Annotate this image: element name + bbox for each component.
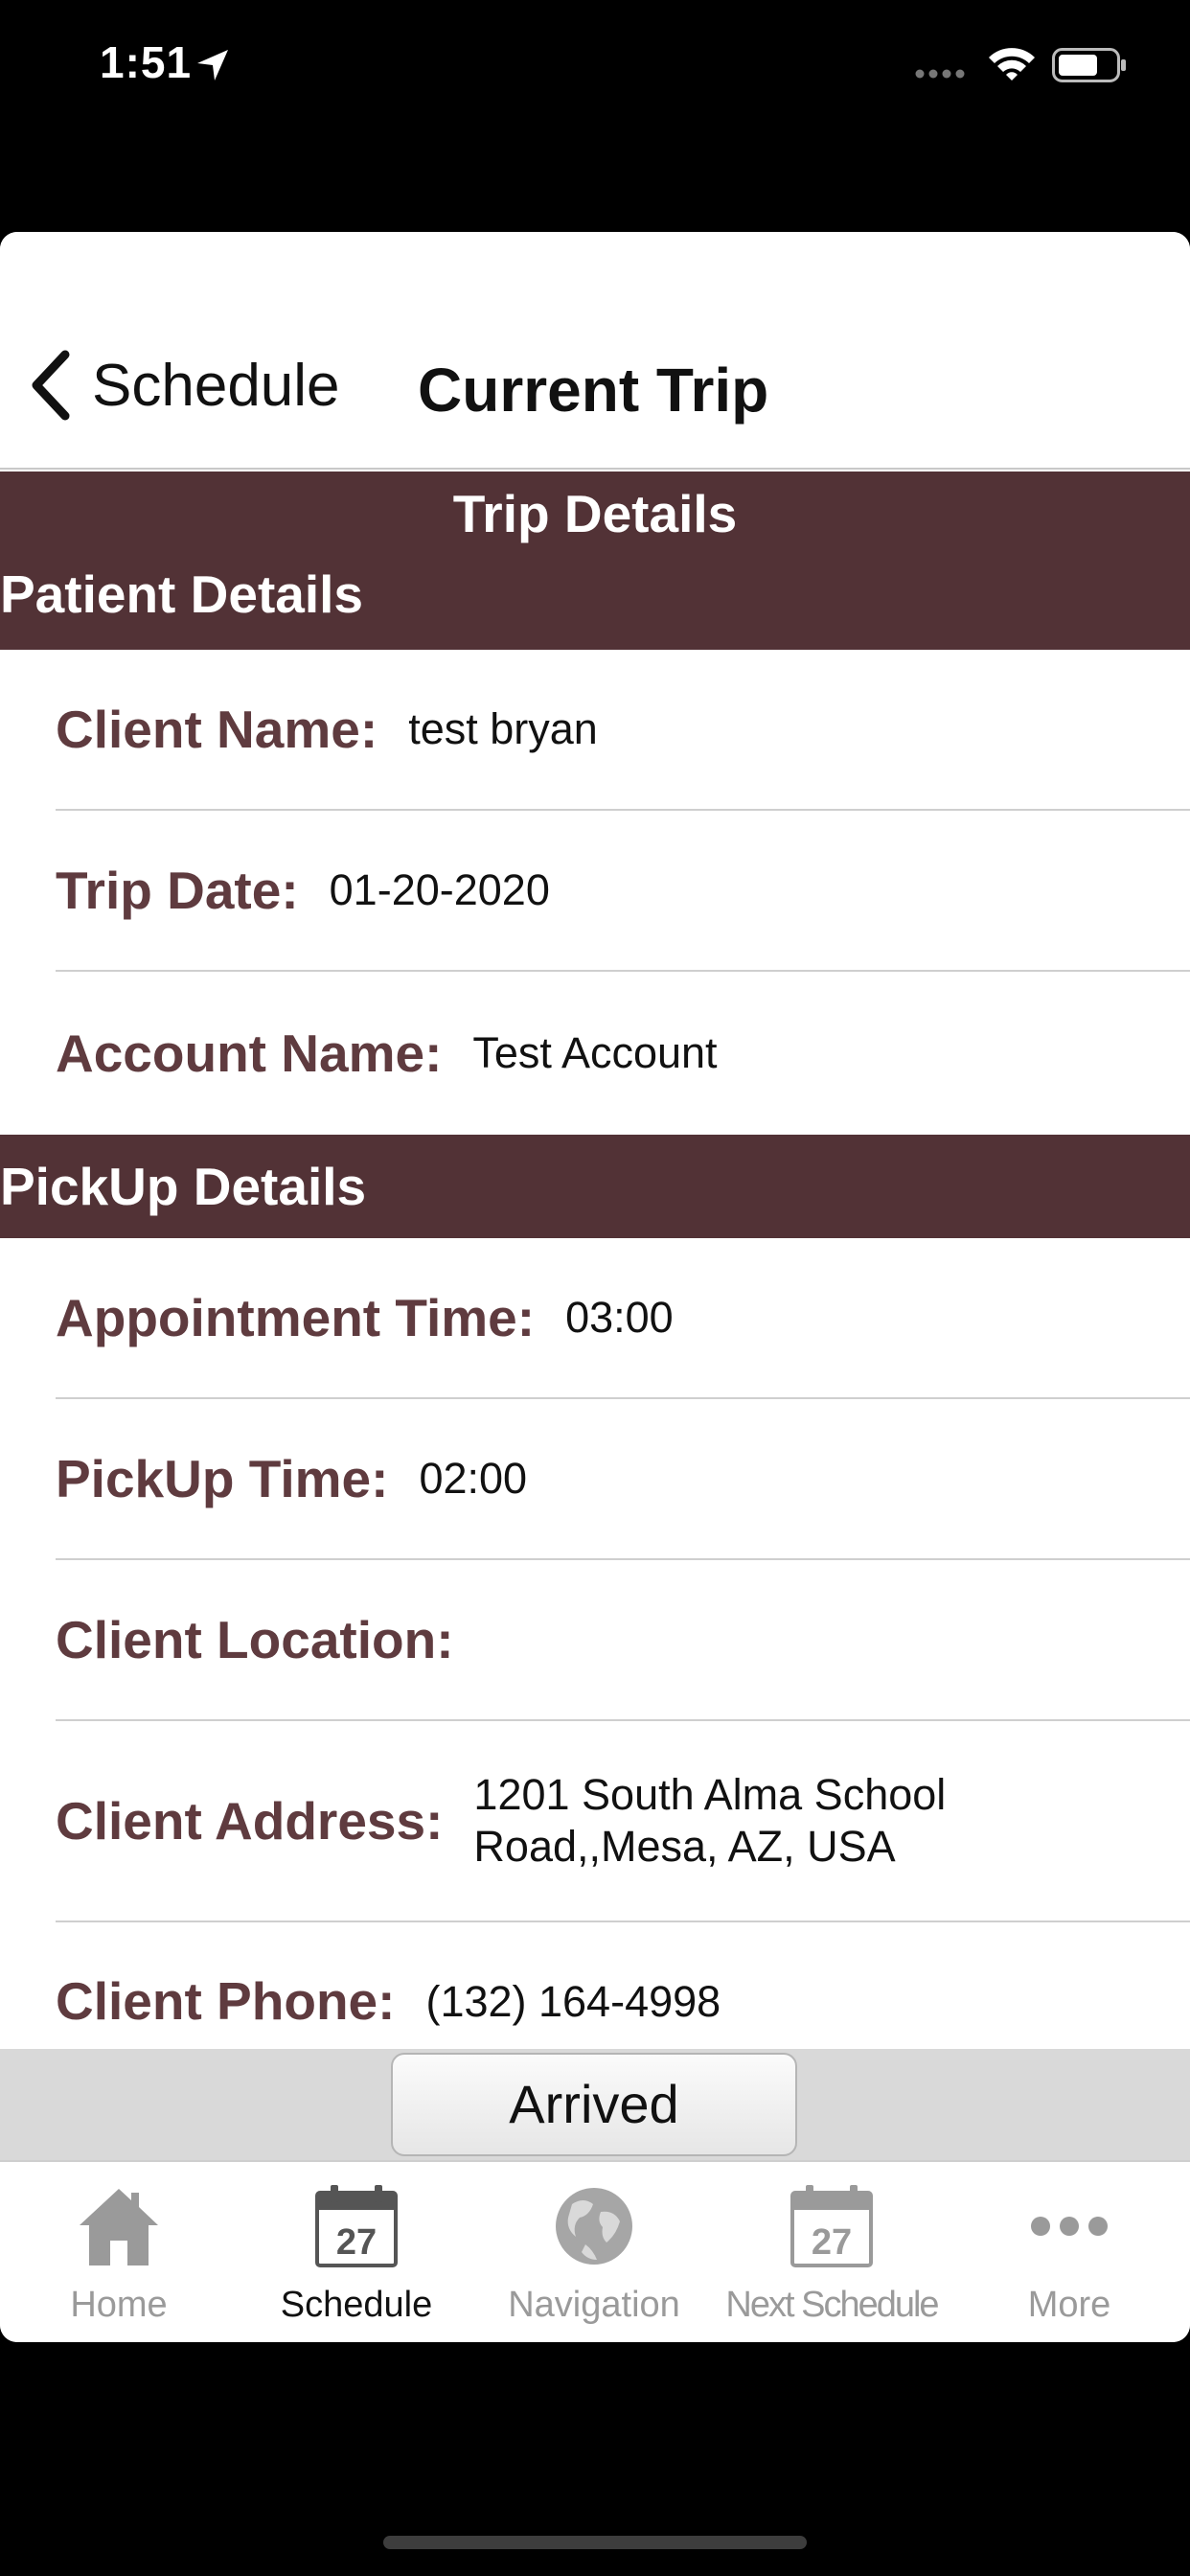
pickup-details-title: PickUp Details: [0, 1157, 367, 1216]
house-icon: [80, 2189, 158, 2266]
client-address-line2: Road,,Mesa, AZ, USA: [473, 1822, 896, 1871]
tab-home-label: Home: [70, 2285, 168, 2325]
tab-bar: Home 27 Schedule Navigation 27 Next Sche…: [0, 2160, 1190, 2342]
page-title: Current Trip: [418, 356, 769, 425]
calendar-icon: 27: [790, 2185, 873, 2267]
pickup-time-row: PickUp Time: 02:00: [56, 1399, 1190, 1560]
app-screen: Schedule Current Trip Trip Details Patie…: [0, 232, 1190, 2342]
arrived-button[interactable]: Arrived: [391, 2053, 797, 2156]
tab-next-schedule-label: Next Schedule: [725, 2285, 939, 2325]
client-location-label: Client Location:: [56, 1610, 454, 1669]
trip-details-header: Trip Details Patient Details: [0, 472, 1190, 650]
tab-more[interactable]: More: [950, 2162, 1188, 2342]
client-address-line1: 1201 South Alma School: [473, 1770, 947, 1819]
cellular-signal-icon: [915, 69, 965, 79]
account-name-label: Account Name:: [56, 1024, 443, 1083]
patient-details-title: Patient Details: [0, 564, 364, 624]
account-name-row: Account Name: Test Account: [56, 972, 1190, 1135]
status-time: 1:51: [100, 37, 193, 87]
pickup-details-header: PickUp Details: [0, 1135, 1190, 1238]
appointment-time-row: Appointment Time: 03:00: [56, 1238, 1190, 1399]
tab-next-schedule[interactable]: 27 Next Schedule: [713, 2162, 950, 2342]
pickup-time-label: PickUp Time:: [56, 1449, 389, 1508]
tab-navigation-label: Navigation: [508, 2285, 680, 2325]
client-address-label: Client Address:: [56, 1791, 444, 1851]
more-icon: [1031, 2217, 1108, 2236]
calendar-icon: 27: [315, 2185, 398, 2267]
trip-date-value: 01-20-2020: [329, 865, 550, 914]
trip-date-row: Trip Date: 01-20-2020: [56, 811, 1190, 972]
location-arrow-icon: [197, 50, 228, 80]
trip-date-label: Trip Date:: [56, 861, 299, 920]
client-phone-value[interactable]: (132) 164-4998: [425, 1976, 721, 2028]
appointment-time-value: 03:00: [565, 1293, 674, 1342]
pickup-time-value: 02:00: [419, 1454, 528, 1503]
tab-home[interactable]: Home: [0, 2162, 238, 2342]
svg-text:27: 27: [336, 2222, 377, 2263]
appointment-time-label: Appointment Time:: [56, 1288, 536, 1347]
client-name-label: Client Name:: [56, 700, 378, 759]
tab-navigation[interactable]: Navigation: [475, 2162, 713, 2342]
navigation-bar: Schedule Current Trip: [0, 232, 1190, 470]
status-bar: 1:51: [0, 0, 1190, 134]
client-phone-label: Client Phone:: [56, 1971, 396, 2031]
chevron-left-icon: [32, 350, 70, 421]
client-name-row: Client Name: test bryan: [56, 650, 1190, 811]
tab-schedule[interactable]: 27 Schedule: [238, 2162, 475, 2342]
svg-text:27: 27: [812, 2222, 852, 2263]
globe-icon: [556, 2188, 632, 2265]
tab-more-label: More: [1027, 2285, 1111, 2325]
battery-icon: [1052, 48, 1126, 82]
home-indicator[interactable]: [383, 2536, 807, 2549]
back-button-label: Schedule: [92, 352, 340, 419]
account-name-value: Test Account: [472, 1028, 718, 1077]
client-address-row: Client Address: 1201 South Alma School R…: [56, 1721, 1190, 1922]
wifi-icon: [989, 48, 1035, 80]
client-location-row: Client Location:: [56, 1560, 1190, 1721]
tab-schedule-label: Schedule: [280, 2285, 433, 2325]
client-name-value: test bryan: [408, 704, 598, 753]
action-toolbar: Arrived: [0, 2049, 1190, 2160]
back-button[interactable]: Schedule: [27, 347, 340, 424]
trip-details-title: Trip Details: [452, 484, 738, 543]
client-address-value: 1201 South Alma School Road,,Mesa, AZ, U…: [473, 1769, 946, 1873]
